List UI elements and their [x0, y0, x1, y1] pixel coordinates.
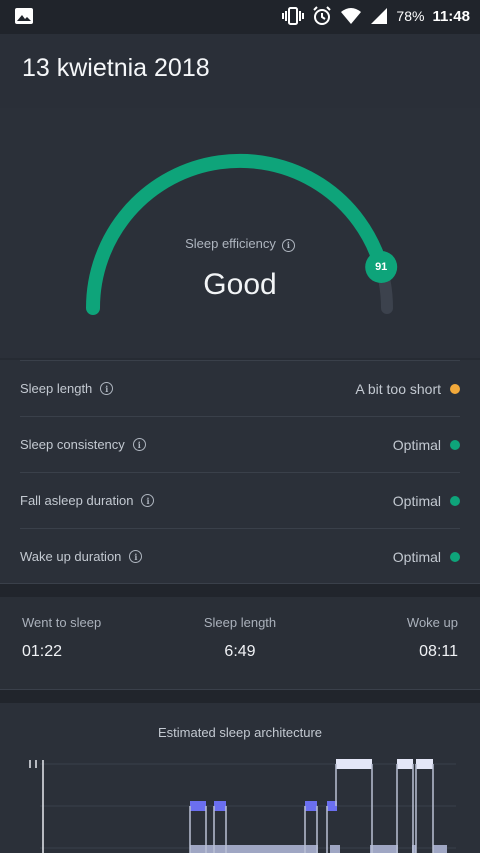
efficiency-rating: Good	[203, 268, 277, 301]
light-sleep-segments	[190, 845, 447, 853]
status-dot-icon	[450, 383, 460, 394]
woke-up-block: Woke up 08:11	[407, 615, 458, 661]
clock-time: 11:48	[432, 7, 470, 25]
rem-sleep-block	[305, 801, 317, 811]
vibrate-icon	[282, 7, 305, 25]
metric-row-fall-asleep-duration[interactable]: Fall asleep duration i Optimal	[20, 472, 460, 528]
metric-label: Sleep length	[20, 381, 93, 396]
awake-block	[416, 759, 433, 769]
alarm-icon	[313, 6, 332, 25]
metric-status: A bit too short	[355, 380, 441, 397]
header: 13 kwietnia 2018	[0, 34, 480, 109]
battery-percent: 78%	[396, 8, 425, 24]
metric-row-sleep-length[interactable]: Sleep length i A bit too short	[20, 360, 460, 416]
metric-status: Optimal	[392, 436, 441, 453]
light-sleep-block	[330, 845, 340, 853]
section-divider	[0, 689, 480, 704]
metric-status: Optimal	[392, 548, 441, 565]
info-icon[interactable]: i	[129, 550, 143, 563]
metric-row-sleep-consistency[interactable]: Sleep consistency i Optimal	[20, 416, 460, 472]
sleep-times-panel: Went to sleep 01:22 Sleep length 6:49 Wo…	[0, 597, 480, 689]
woke-up-label: Woke up	[406, 615, 458, 630]
signal-icon	[371, 8, 388, 24]
info-icon[interactable]: i	[100, 382, 114, 395]
info-icon[interactable]: i	[141, 494, 155, 507]
sleep-architecture-panel: Estimated sleep architecture	[0, 703, 480, 853]
info-icon[interactable]: i	[281, 238, 295, 252]
wifi-icon	[341, 8, 362, 24]
light-sleep-block	[433, 845, 447, 853]
status-dot-icon	[450, 439, 460, 450]
woke-up-value: 08:11	[419, 643, 458, 660]
status-dot-icon	[450, 495, 460, 506]
rem-sleep-block	[214, 801, 226, 811]
status-dot-icon	[450, 551, 460, 562]
sleep-architecture-chart	[29, 759, 456, 853]
rem-sleep-block	[190, 801, 206, 811]
metric-row-wake-up-duration[interactable]: Wake up duration i Optimal	[20, 528, 460, 584]
efficiency-gauge: 91	[86, 153, 398, 315]
light-sleep-block	[370, 845, 398, 853]
metric-label: Sleep consistency	[20, 437, 125, 452]
efficiency-gauge-panel: 91 Sleep efficiency i Good	[0, 108, 480, 358]
status-bar: 78% 11:48	[0, 0, 480, 34]
awake-block	[336, 759, 372, 769]
page-title: 13 kwietnia 2018	[22, 54, 210, 82]
awake-block	[397, 759, 413, 769]
info-icon[interactable]: i	[132, 438, 146, 451]
light-sleep-block	[190, 845, 318, 853]
sleep-architecture-title: Estimated sleep architecture	[157, 725, 323, 740]
metrics-list: Sleep length i A bit too short Sleep cons…	[0, 360, 480, 584]
metric-label: Wake up duration	[20, 549, 122, 564]
image-icon	[15, 8, 33, 24]
section-divider	[0, 583, 480, 598]
metric-status: Optimal	[392, 492, 441, 509]
efficiency-label-row: Sleep efficiency i	[0, 236, 480, 252]
efficiency-label: Sleep efficiency	[185, 236, 276, 251]
metric-label: Fall asleep duration	[20, 493, 134, 508]
